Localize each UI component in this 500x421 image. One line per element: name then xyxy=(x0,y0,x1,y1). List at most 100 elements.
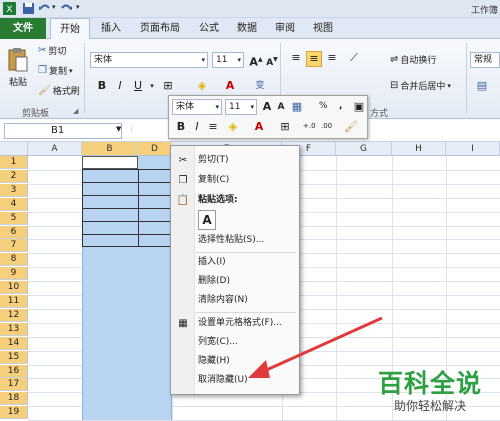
row-header[interactable]: 10 xyxy=(0,281,28,295)
undo-dropdown-icon[interactable]: ▾ xyxy=(52,3,56,11)
accounting-format-icon[interactable]: ▤ xyxy=(474,79,490,93)
mini-dec-decimal-icon[interactable]: .00 xyxy=(321,122,332,130)
menu-item-clear[interactable]: 清除内容(N) xyxy=(171,292,299,309)
column-header-h[interactable]: H xyxy=(392,142,446,156)
tab-page-layout[interactable]: 页面布局 xyxy=(132,18,188,39)
mini-shrink-font-icon[interactable]: A xyxy=(273,100,289,114)
row-header[interactable]: 13 xyxy=(0,322,28,336)
row-header[interactable]: 7 xyxy=(0,239,28,253)
paste-option-a-icon[interactable]: A xyxy=(198,210,216,230)
row-header[interactable]: 6 xyxy=(0,225,28,239)
mini-format-painter-icon[interactable]: 🖌 xyxy=(343,120,359,134)
menu-item-hide[interactable]: 隐藏(H) xyxy=(171,353,299,370)
align-bottom-icon[interactable]: ≡ xyxy=(324,51,340,65)
tab-file[interactable]: 文件 xyxy=(0,18,46,39)
row-header[interactable]: 12 xyxy=(0,308,28,322)
column-header-b[interactable]: B xyxy=(82,142,138,156)
paste-button[interactable]: 粘贴 xyxy=(6,47,30,88)
menu-cut-label: 剪切(T) xyxy=(198,155,229,165)
excel-logo-icon: X xyxy=(3,2,16,15)
column-header-g[interactable]: G xyxy=(336,142,392,156)
mini-percent-icon[interactable]: % xyxy=(319,101,328,111)
quick-access-dropdown-icon[interactable]: ▾ xyxy=(76,3,80,11)
row-header[interactable]: 2 xyxy=(0,169,28,183)
save-icon[interactable] xyxy=(22,2,35,15)
clipboard-launcher-icon[interactable]: ◢ xyxy=(73,107,78,115)
row-header[interactable]: 16 xyxy=(0,364,28,378)
copy-dropdown-icon[interactable]: ▾ xyxy=(69,67,73,75)
mini-currency-icon[interactable]: ▦ xyxy=(289,100,305,114)
merge-center-button[interactable]: ⊟ 合并后居中 ▾ xyxy=(390,79,451,92)
italic-icon[interactable]: I xyxy=(112,79,128,93)
mini-border-icon[interactable]: ⊞ xyxy=(277,120,293,134)
tab-view[interactable]: 视图 xyxy=(308,18,338,39)
redo-icon[interactable] xyxy=(60,2,73,15)
undo-icon[interactable] xyxy=(38,2,51,15)
row-header[interactable]: 5 xyxy=(0,211,28,225)
column-header-d[interactable]: D xyxy=(138,142,172,156)
bold-icon[interactable]: B xyxy=(94,79,110,93)
row-header[interactable]: 3 xyxy=(0,183,28,197)
menu-item-paste-special[interactable]: 选择性粘贴(S)... xyxy=(171,232,299,249)
mini-font-combo[interactable]: 宋体 ▾ xyxy=(172,99,222,115)
copy-button[interactable]: ❐ 复制 ▾ xyxy=(38,64,73,77)
underline-dropdown-icon[interactable]: ▾ xyxy=(144,79,160,93)
mini-fill-color-icon[interactable]: ◈ xyxy=(225,120,241,134)
row-header[interactable]: 19 xyxy=(0,406,28,420)
align-middle-icon[interactable]: ≡ xyxy=(306,51,322,67)
column-header-i[interactable]: I xyxy=(446,142,500,156)
font-name-combo[interactable]: 宋体 ▾ xyxy=(90,52,208,68)
tab-formulas[interactable]: 公式 xyxy=(194,18,224,39)
mini-size-combo[interactable]: 11 ▾ xyxy=(225,99,257,115)
mini-inc-decimal-icon[interactable]: +.0 xyxy=(303,122,316,130)
menu-item-cut[interactable]: ✂ 剪切(T) xyxy=(171,152,299,169)
row-header[interactable]: 14 xyxy=(0,336,28,350)
select-all-corner[interactable] xyxy=(0,142,28,156)
mini-italic-icon[interactable]: I xyxy=(189,120,205,134)
menu-item-unhide[interactable]: 取消隐藏(U) xyxy=(171,372,299,389)
menu-item-copy[interactable]: ❐ 复制(C) xyxy=(171,172,299,189)
mini-font-color-icon[interactable]: A xyxy=(251,120,267,134)
active-cell-b1[interactable] xyxy=(82,156,138,169)
tab-insert[interactable]: 插入 xyxy=(96,18,126,39)
menu-item-format-cells[interactable]: ▦ 设置单元格格式(F)... xyxy=(171,315,299,332)
row-header[interactable]: 17 xyxy=(0,378,28,392)
row-header[interactable]: 11 xyxy=(0,295,28,308)
format-painter-button[interactable]: 🖌 格式刷 xyxy=(38,84,80,97)
orientation-icon[interactable]: ⟋ xyxy=(346,51,362,65)
namebox-dropdown-icon[interactable]: ▼ xyxy=(116,125,121,133)
row-header[interactable]: 15 xyxy=(0,350,28,364)
font-size-combo[interactable]: 11 ▾ xyxy=(212,52,244,68)
tab-home[interactable]: 开始 xyxy=(50,18,90,40)
grow-font-icon[interactable]: A▲ xyxy=(248,53,264,70)
row-header[interactable]: 18 xyxy=(0,392,28,406)
tab-review[interactable]: 审阅 xyxy=(270,18,300,39)
mini-center-icon[interactable]: ≡ xyxy=(205,120,221,134)
wrap-text-button[interactable]: ⇌ 自动换行 xyxy=(390,53,436,66)
menu-item-insert[interactable]: 插入(I) xyxy=(171,254,299,271)
cut-button[interactable]: ✂ 剪切 xyxy=(38,44,66,57)
row-header[interactable]: 9 xyxy=(0,267,28,281)
align-top-icon[interactable]: ≡ xyxy=(288,51,304,65)
name-box[interactable]: B1 xyxy=(4,123,122,139)
row-header[interactable]: 8 xyxy=(0,253,28,267)
tab-data[interactable]: 数据 xyxy=(232,18,262,39)
menu-item-delete[interactable]: 删除(D) xyxy=(171,273,299,290)
format-painter-label: 格式刷 xyxy=(52,87,80,97)
row-header[interactable]: 4 xyxy=(0,197,28,211)
number-format-combo[interactable]: 常规 xyxy=(470,52,500,68)
menu-item-column-width[interactable]: 列宽(C)... xyxy=(171,334,299,351)
mini-format-icon[interactable]: ▣ xyxy=(351,100,367,114)
mini-bold-icon[interactable]: B xyxy=(173,120,189,134)
font-color-icon[interactable]: A xyxy=(222,79,238,93)
row-header[interactable]: 1 xyxy=(0,156,28,169)
mini-comma-icon[interactable]: , xyxy=(339,101,342,111)
shrink-font-icon[interactable]: A▼ xyxy=(264,53,280,70)
chevron-down-icon: ▾ xyxy=(250,103,254,111)
merge-icon: ⊟ xyxy=(390,80,399,91)
phonetic-icon[interactable]: 变 xyxy=(252,79,268,93)
column-header-a[interactable]: A xyxy=(28,142,82,156)
border-icon[interactable]: ⊞ xyxy=(160,79,176,93)
merge-dropdown-icon[interactable]: ▾ xyxy=(447,82,451,90)
fill-color-icon[interactable]: ◈ xyxy=(194,79,210,93)
